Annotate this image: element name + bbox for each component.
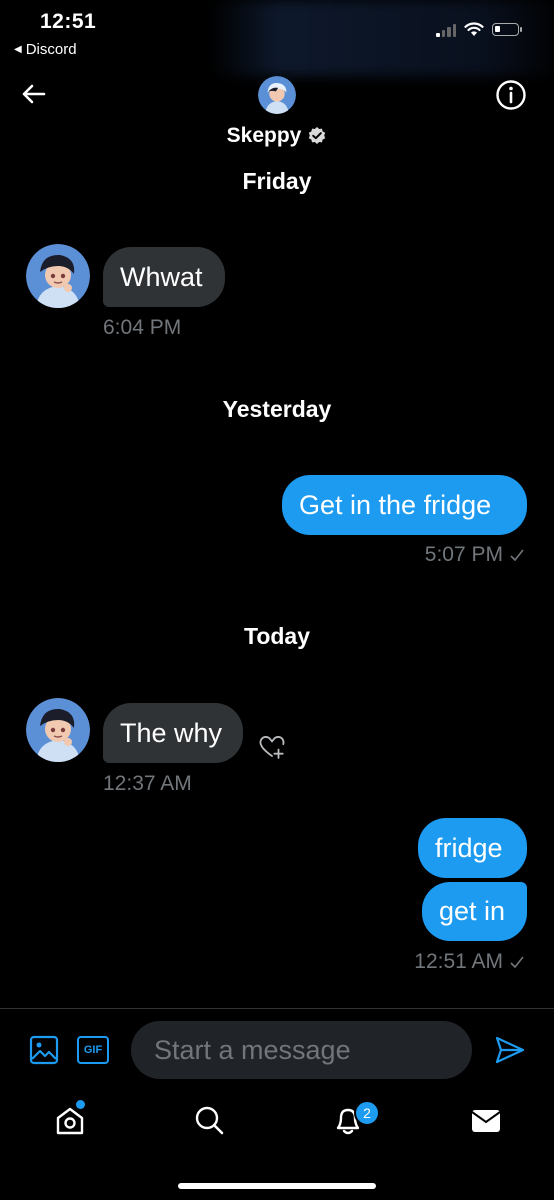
back-triangle-icon: ◀ — [14, 44, 22, 55]
battery-icon — [492, 23, 522, 36]
message-text: Whwat — [120, 261, 203, 292]
day-separator-today: Today — [243, 623, 311, 649]
contact-avatar[interactable] — [26, 698, 90, 762]
message-text: Get in the fridge — [299, 489, 492, 520]
message-meta: 5:07 PM — [300, 543, 525, 567]
notifications-badge: 2 — [354, 1100, 380, 1126]
heart-plus-icon[interactable] — [256, 730, 288, 762]
search-icon[interactable] — [189, 1100, 229, 1140]
message-bubble-incoming[interactable]: The why — [103, 703, 243, 763]
composer-divider — [0, 1008, 554, 1009]
back-arrow-icon[interactable] — [18, 78, 50, 110]
message-input[interactable]: Start a message — [131, 1021, 472, 1079]
status-icons — [436, 22, 522, 37]
contact-name: Skeppy — [226, 124, 302, 147]
message-timestamp: 6:04 PM — [103, 316, 182, 339]
send-icon[interactable] — [493, 1033, 527, 1067]
day-separator-yesterday: Yesterday — [222, 396, 332, 422]
message-bubble-incoming[interactable]: Whwat — [103, 247, 225, 307]
header-avatar[interactable] — [258, 76, 296, 114]
contact-avatar[interactable] — [26, 244, 90, 308]
message-timestamp: 12:51 AM — [414, 950, 503, 973]
message-text: fridge — [435, 832, 503, 863]
message-bubble-outgoing[interactable]: Get in the fridge — [282, 475, 527, 535]
mail-icon[interactable] — [466, 1100, 506, 1140]
back-to-app-link[interactable]: ◀ Discord — [14, 41, 77, 58]
message-timestamp: 5:07 PM — [424, 543, 503, 566]
message-meta: 12:51 AM — [300, 950, 525, 974]
home-indicator — [178, 1183, 376, 1189]
message-timestamp: 12:37 AM — [103, 772, 192, 795]
info-icon[interactable] — [494, 78, 528, 112]
status-time: 12:51 — [40, 10, 97, 33]
message-text: The why — [120, 717, 223, 748]
gif-icon[interactable]: GIF — [77, 1036, 109, 1064]
blurred-notification — [210, 0, 554, 76]
signal-icon — [436, 23, 456, 37]
message-bubble-outgoing[interactable]: fridge — [418, 818, 527, 878]
image-icon[interactable] — [28, 1034, 60, 1066]
home-unread-dot — [76, 1100, 85, 1109]
sent-check-icon — [510, 956, 524, 969]
verified-badge-icon — [309, 127, 326, 144]
gif-label: GIF — [83, 1044, 103, 1056]
contact-name-row[interactable]: Skeppy — [0, 124, 554, 148]
wifi-icon — [464, 22, 484, 36]
sent-check-icon — [510, 549, 524, 562]
back-app-label: Discord — [25, 41, 77, 58]
message-bubble-outgoing[interactable]: get in — [422, 882, 527, 941]
message-text: get in — [439, 896, 506, 926]
message-input-placeholder: Start a message — [154, 1034, 351, 1065]
day-separator-friday: Friday — [242, 168, 312, 194]
